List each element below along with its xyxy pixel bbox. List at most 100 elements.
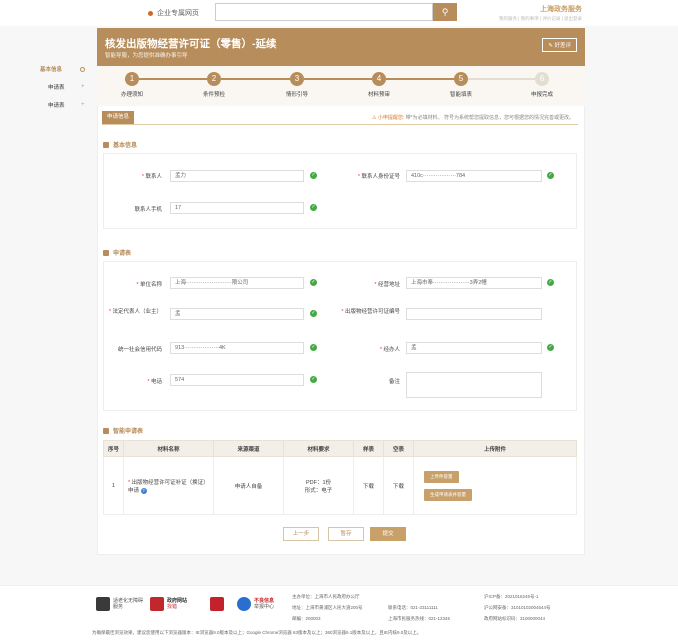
sidebar-item-form-1[interactable]: 申请表 +	[40, 78, 96, 96]
sidebar-item-form-2[interactable]: 申请表 +	[40, 96, 96, 114]
col-header: 上传附件	[413, 440, 577, 457]
footer-logo-error-report[interactable]: 政府网站 找错	[150, 596, 187, 612]
sample-download-link[interactable]: 下载	[353, 456, 384, 515]
plus-icon: +	[81, 102, 85, 108]
edit-icon: ✎	[548, 43, 553, 49]
handler-label: * 经办人	[379, 347, 400, 353]
legal-label: * 法定代表人（业主）	[108, 309, 162, 315]
footer-police: 沪公网安备：31010102004544号	[484, 605, 551, 610]
phone-label: 联系人手机	[134, 207, 162, 213]
credit-input[interactable]: 913···················4K	[170, 342, 304, 354]
legal-input[interactable]: 孟	[170, 308, 304, 320]
accessibility-icon	[96, 597, 110, 611]
col-header: 材料名称	[123, 440, 214, 457]
footer-logo-accessibility[interactable]: 适老化无障碍服务	[96, 596, 147, 612]
step-label: 申报完成	[530, 92, 553, 98]
footer: 适老化无障碍服务 政府网站 找错 不良信息 举报中心 主办单位：上海市人民政府办…	[0, 585, 678, 640]
upload-cell: 上传件容量 生成申请表并容量	[413, 456, 577, 515]
table-header-row: 序号 材料名称 来源渠道 材料要求 样表 空表 上传附件	[103, 440, 577, 457]
submit-button[interactable]: 提交	[370, 527, 406, 541]
help-icon[interactable]: ?	[140, 487, 147, 494]
search-icon: ⚲	[441, 6, 449, 17]
phone-input[interactable]: 17	[170, 202, 304, 214]
blank-download-link[interactable]: 下载	[383, 456, 414, 515]
contact-input[interactable]: 孟力	[170, 170, 304, 182]
sidebar: 基本信息 申请表 + 申请表 +	[40, 60, 96, 114]
top-right-nav: 上海政务服务 我的服务 | 我的事项 | 评价记录 | 退出登录	[482, 4, 582, 22]
id-label: * 联系人身份证号	[357, 174, 400, 180]
document-icon	[103, 427, 109, 434]
license-label: * 出版物经营许可证编号	[341, 309, 400, 315]
col-header: 来源渠道	[213, 440, 284, 457]
sidebar-item-label: 申请表	[48, 103, 65, 109]
error-report-icon	[150, 597, 164, 611]
tab-bar: 申请信息 ⚠ 小申提醒您: 带*为必填材料。 符号为系统帮您提取信息，您可根据您…	[102, 111, 578, 125]
sidebar-item-label: 申请表	[48, 85, 65, 91]
check-icon: ✓	[310, 172, 317, 179]
user-links[interactable]: 我的服务 | 我的事项 | 评价记录 | 退出登录	[482, 16, 582, 22]
page-subtitle: 智能导服，为您提供准确办事引导	[105, 53, 188, 59]
check-icon: ✓	[547, 344, 554, 351]
page-title: 核发出版物经营许可证（零售）-延续	[105, 38, 277, 50]
warning-icon: ⚠	[372, 115, 377, 121]
check-icon: ✓	[547, 172, 554, 179]
footer-logo-emblem[interactable]	[210, 596, 224, 612]
brand-icon	[148, 10, 153, 16]
footer-hotline: 上海市民服务热线：021-12345	[388, 616, 451, 621]
remark-textarea[interactable]	[406, 372, 542, 398]
prev-button[interactable]: 上一步	[283, 527, 319, 541]
footer-icp: 沪ICP备：2021016245号-1	[484, 594, 539, 599]
footer-phone: 联系电话：021-23111111	[388, 605, 438, 610]
tab-application-info[interactable]: 申请信息	[102, 111, 134, 124]
footer-address: 地址：上海市黄浦区人民大道200号	[292, 605, 363, 610]
check-icon: ✓	[310, 344, 317, 351]
upload-button[interactable]: 上传件容量	[424, 470, 459, 483]
addr-input[interactable]: 上海市奉····················3弄2幢	[406, 277, 542, 289]
step-number: 2	[207, 72, 221, 86]
sidebar-item-basic[interactable]: 基本信息	[40, 60, 96, 78]
col-header: 序号	[103, 440, 124, 457]
basic-info-panel	[103, 153, 577, 229]
id-input[interactable]: 410c··················784	[406, 170, 542, 182]
col-header: 空表	[383, 440, 414, 457]
col-header: 样表	[353, 440, 384, 457]
check-icon: ✓	[310, 279, 317, 286]
check-icon: ✓	[547, 279, 554, 286]
evaluation-button[interactable]: ✎ 好差评	[542, 38, 577, 52]
search-button[interactable]: ⚲	[433, 3, 457, 21]
handler-input[interactable]: 孟	[406, 342, 542, 354]
step-label: 办理须知	[120, 92, 143, 98]
col-header: 材料要求	[283, 440, 354, 457]
police-emblem-icon	[210, 597, 224, 611]
section-title-label: 基本信息	[113, 143, 138, 149]
portal-title: 上海政务服务	[540, 6, 582, 13]
evaluation-button-label: 好差评	[554, 43, 571, 49]
tip-text: ⚠ 小申提醒您: 带*为必填材料。 符号为系统帮您提取信息，您可根据您的情况完善…	[372, 114, 574, 121]
step-number: 6	[535, 72, 549, 86]
step-number: 5	[454, 72, 468, 86]
active-dot-icon	[80, 66, 85, 72]
step-3: 3 情形引导	[267, 72, 327, 98]
section-basic-title: 基本信息	[103, 140, 137, 149]
footer-logo-report-center[interactable]: 不良信息 举报中心	[237, 596, 274, 612]
material-name: * 出版物经营许可证补证（换证）申请 ?	[123, 456, 214, 515]
tel-input[interactable]: 574	[170, 374, 304, 386]
sidebar-item-label: 基本信息	[40, 67, 63, 73]
section-title-label: 智能申请表	[113, 429, 144, 435]
search-input[interactable]	[215, 3, 433, 21]
license-input[interactable]	[406, 308, 542, 320]
footer-postcode: 邮编：200003	[292, 616, 321, 621]
step-4: 4 材料预审	[349, 72, 409, 98]
check-icon: ✓	[310, 376, 317, 383]
generate-form-button[interactable]: 生成申请表并容量	[424, 488, 472, 501]
report-center-icon	[237, 597, 251, 611]
step-label: 情形引导	[285, 92, 308, 98]
footer-host: 主办单位：上海市人民政府办公厅	[292, 594, 360, 599]
step-label: 条件预检	[202, 92, 225, 98]
unit-input[interactable]: 上海·························限公司	[170, 277, 304, 289]
brand[interactable]: 企业专属网页	[148, 8, 199, 18]
save-button[interactable]: 暂存	[328, 527, 364, 541]
tip-warn: 小申提醒您:	[377, 115, 405, 121]
unit-label: * 单位名称	[136, 282, 162, 288]
addr-label: * 经营地址	[374, 282, 400, 288]
